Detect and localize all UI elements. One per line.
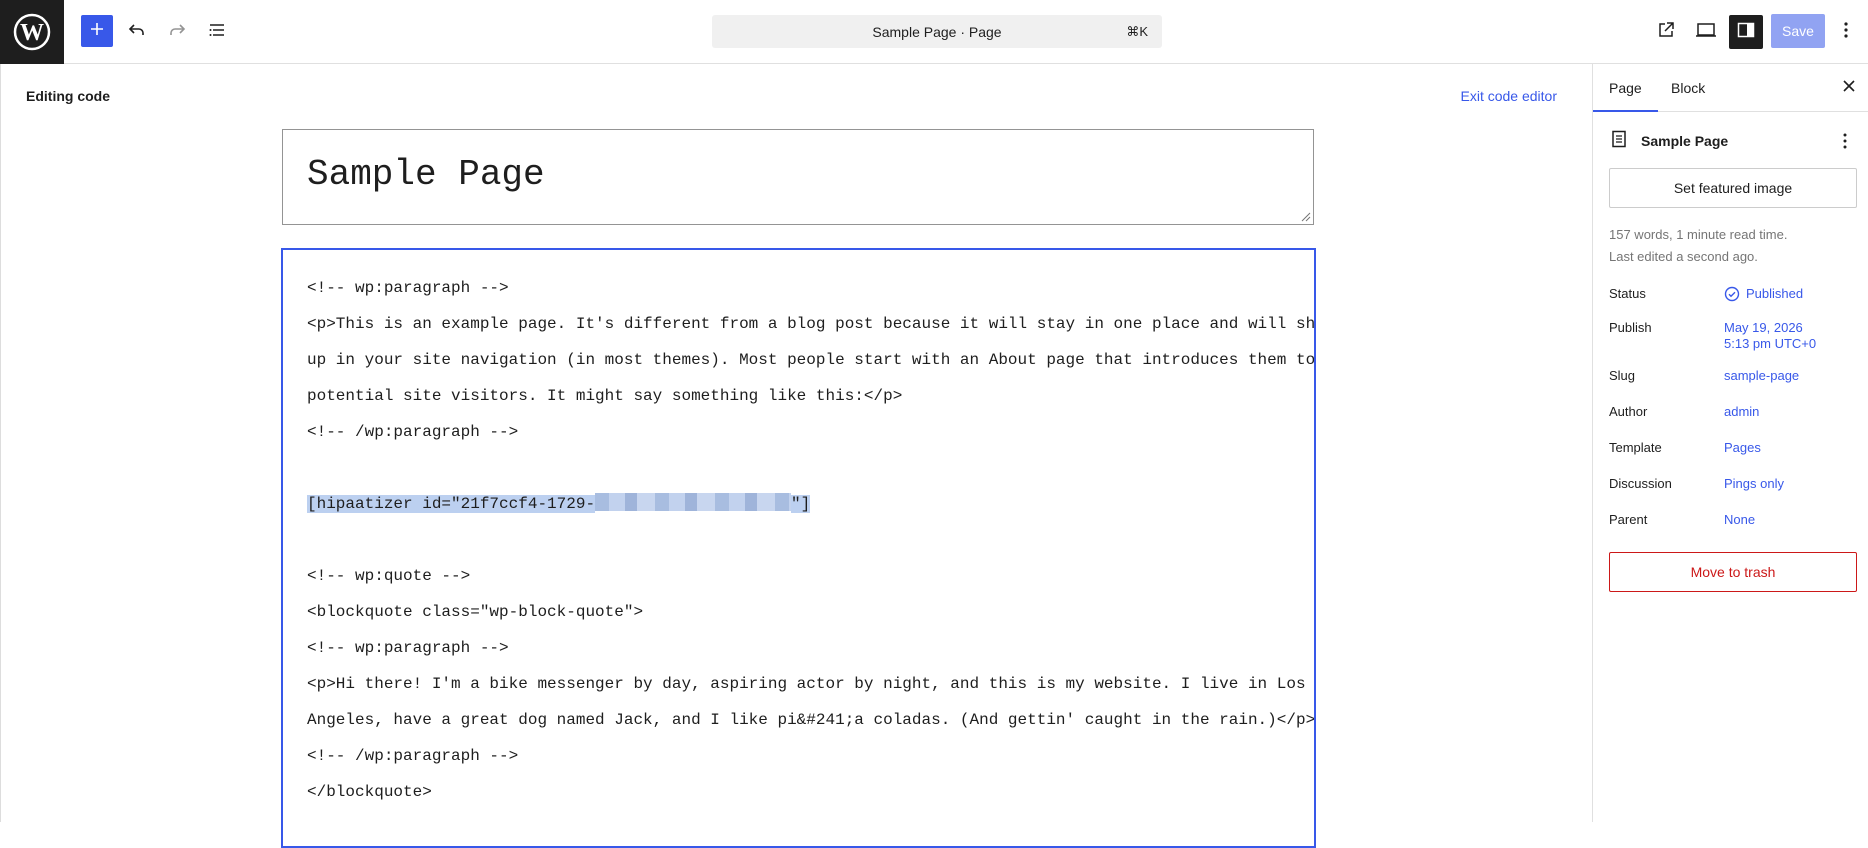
- settings-toggle-button[interactable]: [1729, 15, 1763, 49]
- code-line: <p>Hi there! I'm a bike messenger by day…: [307, 675, 1306, 693]
- document-overview-button[interactable]: [199, 14, 235, 50]
- code-line: <!-- wp:paragraph -->: [307, 639, 509, 657]
- publish-date: May 19, 2026: [1724, 320, 1803, 335]
- page-summary-header: Sample Page: [1609, 129, 1857, 153]
- add-block-button[interactable]: [81, 15, 113, 47]
- code-line: <p>This is an example page. It's differe…: [307, 315, 1316, 333]
- selected-text: [hipaatizer id="21f7ccf4-1729-: [307, 495, 596, 513]
- last-edited: Last edited a second ago.: [1609, 249, 1758, 264]
- page-icon: [1609, 129, 1629, 154]
- code-line: potential site visitors. It might say so…: [307, 387, 903, 405]
- editor-top-bar: W Sample Page · Page ⌘K Save: [0, 0, 1868, 64]
- page-name: Sample Page: [1641, 133, 1729, 149]
- parent-label: Parent: [1609, 512, 1648, 527]
- publish-date-button[interactable]: May 19, 2026 5:13 pm UTC+0: [1724, 320, 1816, 352]
- more-vertical-icon: [1843, 133, 1847, 149]
- resize-handle-icon[interactable]: [1299, 210, 1311, 222]
- code-line: <!-- wp:paragraph -->: [307, 279, 509, 297]
- code-line: </blockquote>: [307, 783, 432, 801]
- more-vertical-icon: [1843, 20, 1849, 45]
- template-value-button[interactable]: Pages: [1724, 440, 1761, 456]
- code-line: <!-- /wp:paragraph -->: [307, 747, 519, 765]
- page-meta-info: 157 words, 1 minute read time. Last edit…: [1609, 224, 1787, 268]
- save-button[interactable]: Save: [1771, 14, 1825, 48]
- undo-icon: [127, 20, 147, 45]
- close-settings-button[interactable]: [1837, 76, 1861, 100]
- settings-sidebar-icon: [1736, 20, 1756, 45]
- word-count: 157 words, 1 minute read time.: [1609, 227, 1788, 242]
- post-title-textarea[interactable]: Sample Page: [282, 129, 1314, 225]
- svg-text:W: W: [20, 20, 44, 46]
- move-to-trash-button[interactable]: Move to trash: [1609, 552, 1857, 592]
- shortcut-hint: ⌘K: [1126, 23, 1148, 39]
- device-preview-icon: [1695, 20, 1717, 45]
- post-content-textarea[interactable]: <!-- wp:paragraph --> <p>This is an exam…: [281, 248, 1316, 848]
- code-line: <!-- wp:quote -->: [307, 567, 471, 585]
- code-line: Angeles, have a great dog named Jack, an…: [307, 711, 1316, 729]
- selected-text-end: "]: [791, 495, 811, 513]
- undo-button[interactable]: [119, 14, 155, 50]
- list-view-icon: [207, 20, 227, 45]
- selected-shortcode-line: [hipaatizer id="21f7ccf4-1729- "]: [307, 486, 1314, 522]
- code-lines: <!-- wp:paragraph --> <p>This is an exam…: [307, 270, 1316, 810]
- redo-button[interactable]: [159, 14, 195, 50]
- publish-time: 5:13 pm UTC+0: [1724, 336, 1817, 351]
- close-icon: [1842, 79, 1856, 98]
- preview-button[interactable]: [1688, 14, 1724, 50]
- code-line: <blockquote class="wp-block-quote">: [307, 603, 644, 621]
- redacted-text: [595, 493, 792, 511]
- published-check-icon: [1724, 286, 1740, 302]
- exit-code-editor-button[interactable]: Exit code editor: [1461, 88, 1558, 104]
- tab-block[interactable]: Block: [1655, 64, 1721, 112]
- code-line: up in your site navigation (in most them…: [307, 351, 1316, 369]
- slug-label: Slug: [1609, 368, 1636, 383]
- tab-page[interactable]: Page: [1593, 64, 1658, 112]
- command-palette-bar[interactable]: Sample Page · Page ⌘K: [712, 15, 1162, 48]
- discussion-value-button[interactable]: Pings only: [1724, 476, 1784, 492]
- wordpress-logo-icon[interactable]: W: [0, 0, 64, 64]
- external-link-icon: [1656, 20, 1676, 45]
- author-value-button[interactable]: admin: [1724, 404, 1759, 420]
- document-title: Sample Page · Page: [872, 23, 1002, 40]
- parent-value-button[interactable]: None: [1724, 512, 1755, 528]
- template-label: Template: [1609, 440, 1662, 455]
- author-label: Author: [1609, 404, 1648, 419]
- status-value-button[interactable]: Published: [1724, 286, 1803, 302]
- status-value: Published: [1746, 286, 1804, 301]
- editing-code-label: Editing code: [26, 88, 110, 104]
- code-line: <!-- /wp:paragraph -->: [307, 423, 519, 441]
- options-button[interactable]: [1832, 14, 1860, 50]
- slug-value-button[interactable]: sample-page: [1724, 368, 1799, 384]
- code-editor-area: Editing code Exit code editor Sample Pag…: [0, 64, 1592, 848]
- settings-sidebar: Page Block Sample Page Set featured imag…: [1592, 64, 1868, 822]
- post-title: Sample Page: [307, 154, 545, 195]
- view-page-button[interactable]: [1648, 14, 1684, 50]
- redo-icon: [167, 20, 187, 45]
- publish-label: Publish: [1609, 320, 1652, 335]
- set-featured-image-button[interactable]: Set featured image: [1609, 168, 1857, 208]
- plus-icon: [89, 21, 105, 42]
- discussion-label: Discussion: [1609, 476, 1672, 491]
- sidebar-tabs: Page Block: [1593, 64, 1868, 112]
- page-actions-button[interactable]: [1833, 129, 1857, 153]
- status-label: Status: [1609, 286, 1646, 301]
